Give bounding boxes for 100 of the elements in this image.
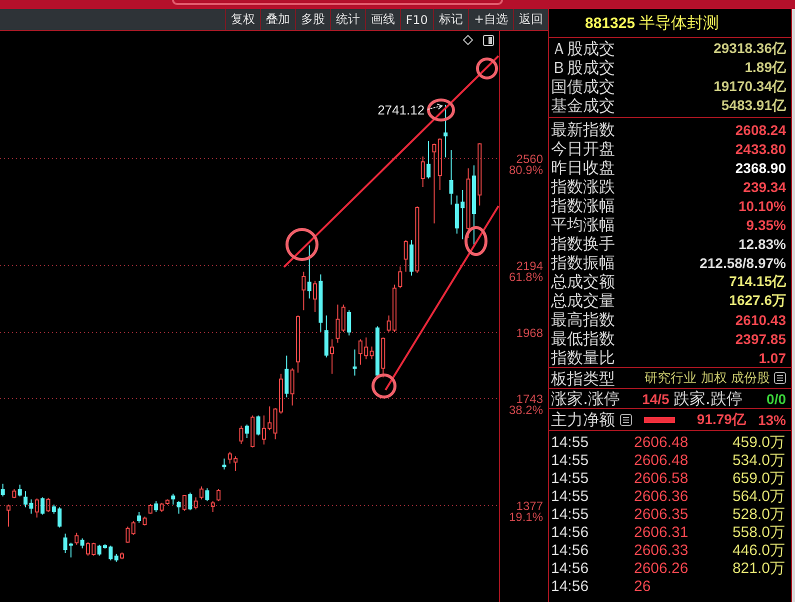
candle	[200, 486, 204, 500]
stat-value: 5483.91亿	[721, 96, 786, 114]
stat-value: 14/5	[642, 390, 670, 406]
trade-time: 14:55	[551, 470, 590, 487]
candle	[381, 336, 386, 378]
flow-bar-icon	[644, 416, 675, 422]
stat-label: 总成交额	[551, 272, 615, 291]
index-type-value: 研究行业 加权 成份股	[644, 370, 770, 387]
circle-marker	[372, 374, 396, 398]
stat-value: 2368.90	[735, 160, 786, 176]
trade-price: 26	[634, 578, 652, 594]
trade-volume: 459.0万	[732, 433, 785, 452]
stat-label: 昨日收盘	[551, 158, 615, 177]
stat-value: 19170.34亿	[714, 78, 786, 96]
index-name: 半导体封测	[639, 12, 720, 34]
circle-marker	[427, 98, 455, 122]
trade-price: 2606.36	[634, 488, 690, 505]
stat-label: 指数振幅	[551, 253, 615, 272]
stat-label: 指数换手	[551, 234, 615, 253]
stat-label: 最低指数	[551, 329, 615, 348]
stat-label: 基金成交	[551, 96, 615, 115]
candle	[234, 456, 238, 472]
axis-label: 1968	[516, 326, 543, 340]
stat-value: 12.83%	[738, 236, 786, 252]
stat-value: 239.34	[743, 178, 786, 194]
trade-price: 2606.48	[634, 452, 690, 469]
list-icon[interactable]	[774, 372, 786, 384]
axis-label: 2560	[516, 152, 543, 166]
circle-marker	[464, 226, 488, 256]
stat-label: 最新指数	[551, 120, 615, 139]
stat-label: 总成交量	[551, 291, 615, 310]
leader-arrow	[427, 104, 444, 110]
trade-time: 14:55	[551, 452, 590, 469]
stat-value: 10.10%	[738, 198, 786, 214]
stat-value: 714.15亿	[729, 272, 786, 290]
stat-value: 1.07	[758, 350, 786, 366]
stat-value: 2397.85	[735, 330, 786, 346]
trade-volume: 821.0万	[732, 559, 785, 578]
trade-time: 14:56	[551, 524, 590, 541]
candle	[0, 483, 5, 497]
trade-time: 14:56	[551, 578, 590, 594]
trade-time: 14:55	[551, 488, 590, 505]
trade-price: 2606.31	[634, 524, 690, 541]
candle	[478, 142, 482, 206]
candle	[120, 552, 124, 560]
candle	[392, 284, 396, 332]
candle	[216, 488, 221, 502]
stat-value: 0/0	[766, 390, 786, 406]
stat-label: 板指类型	[551, 368, 615, 388]
stat-label: 国债成交	[551, 77, 615, 96]
trade-volume: 564.0万	[732, 487, 785, 506]
stat-label: Ａ股成交	[551, 39, 615, 58]
flow-ratio: 13%	[758, 412, 786, 428]
candle	[420, 156, 425, 188]
percent-label: 38.2%	[508, 403, 543, 417]
stat-value: 1.89亿	[744, 58, 786, 76]
trade-price: 2606.58	[634, 470, 690, 487]
candle	[6, 504, 11, 528]
stat-label: 指数涨幅	[551, 196, 615, 215]
trade-price: 2606.48	[634, 434, 690, 451]
candle	[103, 544, 107, 550]
candle	[148, 504, 152, 514]
trade-volume: 659.0万	[732, 469, 785, 488]
trade-volume: 558.0万	[732, 523, 785, 542]
diamond-icon[interactable]	[462, 34, 474, 46]
split-square-icon[interactable]	[483, 35, 494, 46]
trade-volume: 446.0万	[732, 541, 785, 560]
stat-value: 1627.6万	[729, 292, 786, 310]
axis-label: 2194	[516, 259, 543, 273]
percent-label: 19.1%	[508, 510, 543, 524]
stat-label: 跌家.跌停	[673, 389, 742, 408]
trade-time: 14:56	[551, 542, 590, 559]
trade-time: 14:55	[551, 506, 590, 523]
list-icon[interactable]	[620, 414, 632, 426]
trade-time: 14:56	[551, 560, 590, 577]
index-code: 881325	[585, 14, 636, 32]
stat-label: 平均涨幅	[551, 215, 615, 234]
stat-value: 2608.24	[735, 122, 786, 138]
axis-label: 1743	[516, 392, 543, 406]
trade-price: 2606.35	[634, 506, 690, 523]
stat-label: 今日开盘	[551, 139, 615, 158]
stat-value: 9.35%	[746, 216, 786, 232]
circle-marker	[286, 228, 318, 261]
candle	[386, 314, 391, 332]
flow-amount: 91.79亿	[696, 410, 746, 428]
stat-label: 涨家.涨停	[551, 389, 620, 408]
stat-label: Ｂ股成交	[551, 58, 615, 77]
trade-time: 14:55	[551, 434, 590, 451]
stat-label: 主力净额	[551, 410, 615, 429]
circle-marker	[476, 58, 498, 80]
stat-label: 指数量比	[551, 348, 615, 367]
stat-label: 指数涨跌	[551, 177, 615, 196]
candle	[58, 506, 62, 528]
trade-price: 2606.26	[634, 560, 690, 577]
percent-label: 80.9%	[508, 163, 543, 177]
stat-value: 2433.80	[735, 140, 786, 156]
stat-value: 2610.43	[735, 312, 786, 328]
candle	[296, 314, 300, 374]
stat-value: 29318.36亿	[714, 40, 786, 58]
candle	[347, 310, 352, 336]
